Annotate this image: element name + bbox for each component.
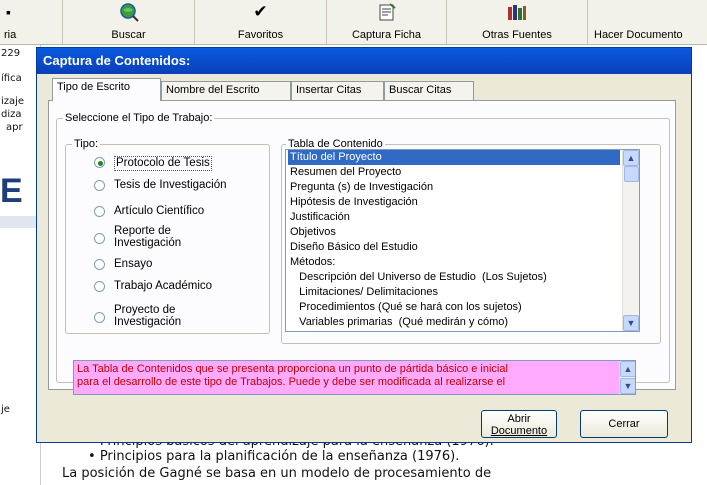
description-box[interactable]: La Tabla de Contenidos que se presenta p… — [73, 360, 636, 395]
bg-fragment: apr — [6, 122, 23, 133]
list-item[interactable]: Variables primarias (Qué medirán y cómo) — [288, 315, 620, 330]
radio-label: Ensayo — [114, 258, 153, 270]
tab-insertar-citas[interactable]: Insertar Citas — [291, 81, 384, 100]
background-toolbar: ▪ ria Buscar ✔ Favoritos Captura Ficha O… — [0, 0, 707, 45]
tabla-de-contenido-list[interactable]: Título del Proyecto Resumen del Proyecto P… — [285, 149, 640, 332]
list-item[interactable]: Métodos: — [288, 255, 620, 270]
radio-button[interactable] — [94, 157, 105, 168]
list-item[interactable]: Justificación — [288, 210, 620, 225]
list-item[interactable]: Procesamiento de Datos — [288, 330, 620, 331]
description-text: La Tabla de Contenidos que se presenta p… — [77, 363, 612, 389]
bg-paragraph: La posición de Gagné se basa en un model… — [62, 466, 492, 481]
scroll-down-icon[interactable]: ▼ — [623, 315, 639, 331]
form-capture-icon — [377, 2, 397, 27]
description-scrollbar[interactable]: ▲ ▼ — [619, 361, 635, 394]
search-globe-icon — [119, 2, 139, 27]
radio-button[interactable] — [94, 233, 105, 244]
bg-fragment: izaje — [1, 96, 25, 107]
toolbar-label-favoritos: Favoritos — [237, 29, 284, 41]
list-item[interactable]: Pregunta (s) de Investigación — [288, 180, 620, 195]
tab-tipo-de-escrito[interactable]: Tipo de Escrito — [52, 78, 161, 101]
bg-big-letter: E — [0, 172, 23, 210]
radio-button[interactable] — [94, 206, 105, 217]
radio-label-line2: Investigación — [114, 316, 182, 328]
toolbar-button-buscar[interactable]: Buscar — [63, 0, 195, 44]
toolbar-button-hacer-documento[interactable]: Hacer Documento — [588, 0, 707, 44]
list-item[interactable]: Diseño Básico del Estudio — [288, 240, 620, 255]
tab-label: Nombre del Escrito — [166, 84, 260, 96]
scroll-up-icon[interactable]: ▲ — [623, 150, 639, 166]
tipo-label: Tipo: — [72, 138, 101, 150]
dialog-title: Captura de Contenidos: — [43, 53, 191, 68]
radio-label: Artículo Científico — [114, 205, 205, 217]
radio-label: Tesis de Investigación — [114, 179, 227, 191]
bg-bullet-2-text: Principios para la planificación de la e… — [99, 449, 460, 464]
list-item[interactable]: Limitaciones/ Delimitaciones — [288, 285, 620, 300]
list-item[interactable]: Hipótesis de Investigación — [288, 195, 620, 210]
abrir-label-line1: Abrir — [507, 413, 531, 425]
abrir-documento-button[interactable]: Abrir Documento — [481, 410, 557, 438]
group-label: Seleccione el Tipo de Trabajo: — [63, 112, 215, 124]
list-item[interactable]: Descripción del Universo de Estudio (Los… — [288, 270, 620, 285]
abrir-label-line2: Documento — [490, 425, 548, 437]
checkmark-icon: ✔ — [253, 2, 268, 21]
bg-fragment: 229 — [1, 48, 21, 59]
toolbar-label-buscar: Buscar — [111, 29, 146, 41]
scroll-down-icon[interactable]: ▼ — [620, 378, 635, 394]
bg-fragment: ífica — [1, 73, 22, 84]
list-item[interactable]: Título del Proyecto — [288, 150, 620, 165]
toolbar-partial-label: ria — [4, 29, 17, 41]
radio-button[interactable] — [94, 312, 105, 323]
radio-button[interactable] — [94, 281, 105, 292]
toolbar-button-captura-ficha[interactable]: Captura Ficha — [327, 0, 447, 44]
toolbar-label-captura-ficha: Captura Ficha — [351, 29, 422, 41]
radio-button[interactable] — [94, 259, 105, 270]
bg-fragment: diza — [1, 109, 22, 120]
cerrar-button[interactable]: Cerrar — [580, 410, 668, 438]
bg-fragment: je — [1, 404, 10, 415]
bg-right-panel — [692, 190, 707, 440]
tab-label: Buscar Citas — [389, 84, 452, 96]
tab-label: Insertar Citas — [296, 84, 362, 96]
books-icon — [506, 2, 528, 27]
list-item[interactable]: Procedimientos (Qué se hará con los suje… — [288, 300, 620, 315]
list-scrollbar[interactable]: ▲ ▼ — [622, 150, 639, 331]
cerrar-label: Cerrar — [608, 418, 640, 430]
toolbar-button-partial[interactable]: ▪ ria — [0, 0, 63, 44]
tab-label: Tipo de Escrito — [57, 81, 130, 93]
bg-divider — [0, 216, 40, 228]
description-line-2: para el desarrollo de este tipo de Traba… — [77, 376, 506, 388]
radio-label: Trabajo Académico — [114, 280, 213, 292]
bg-bullet-2: • Principios para la planificación de la… — [88, 449, 460, 464]
list-item[interactable]: Objetivos — [288, 225, 620, 240]
toolbar-partial-icon: ▪ — [6, 4, 11, 20]
toolbar-label-otras-fuentes: Otras Fuentes — [482, 29, 552, 41]
toolbar-label-hacer-documento: Hacer Documento — [594, 29, 683, 41]
radio-button[interactable] — [94, 180, 105, 191]
dialog-title-bar[interactable]: Captura de Contenidos: — [37, 48, 691, 74]
toolbar-button-otras-fuentes[interactable]: Otras Fuentes — [447, 0, 588, 44]
description-line-1: La Tabla de Contenidos que se presenta p… — [77, 363, 508, 375]
scroll-up-icon[interactable]: ▲ — [620, 361, 635, 377]
list-item[interactable]: Resumen del Proyecto — [288, 165, 620, 180]
tab-buscar-citas[interactable]: Buscar Citas — [384, 81, 474, 100]
tab-nombre-del-escrito[interactable]: Nombre del Escrito — [161, 81, 291, 100]
scroll-thumb[interactable] — [624, 166, 639, 182]
radio-label: Protocolo de Tesis — [114, 156, 212, 171]
toolbar-button-favoritos[interactable]: ✔ Favoritos — [195, 0, 327, 44]
radio-label-line2: Investigación — [114, 237, 182, 249]
